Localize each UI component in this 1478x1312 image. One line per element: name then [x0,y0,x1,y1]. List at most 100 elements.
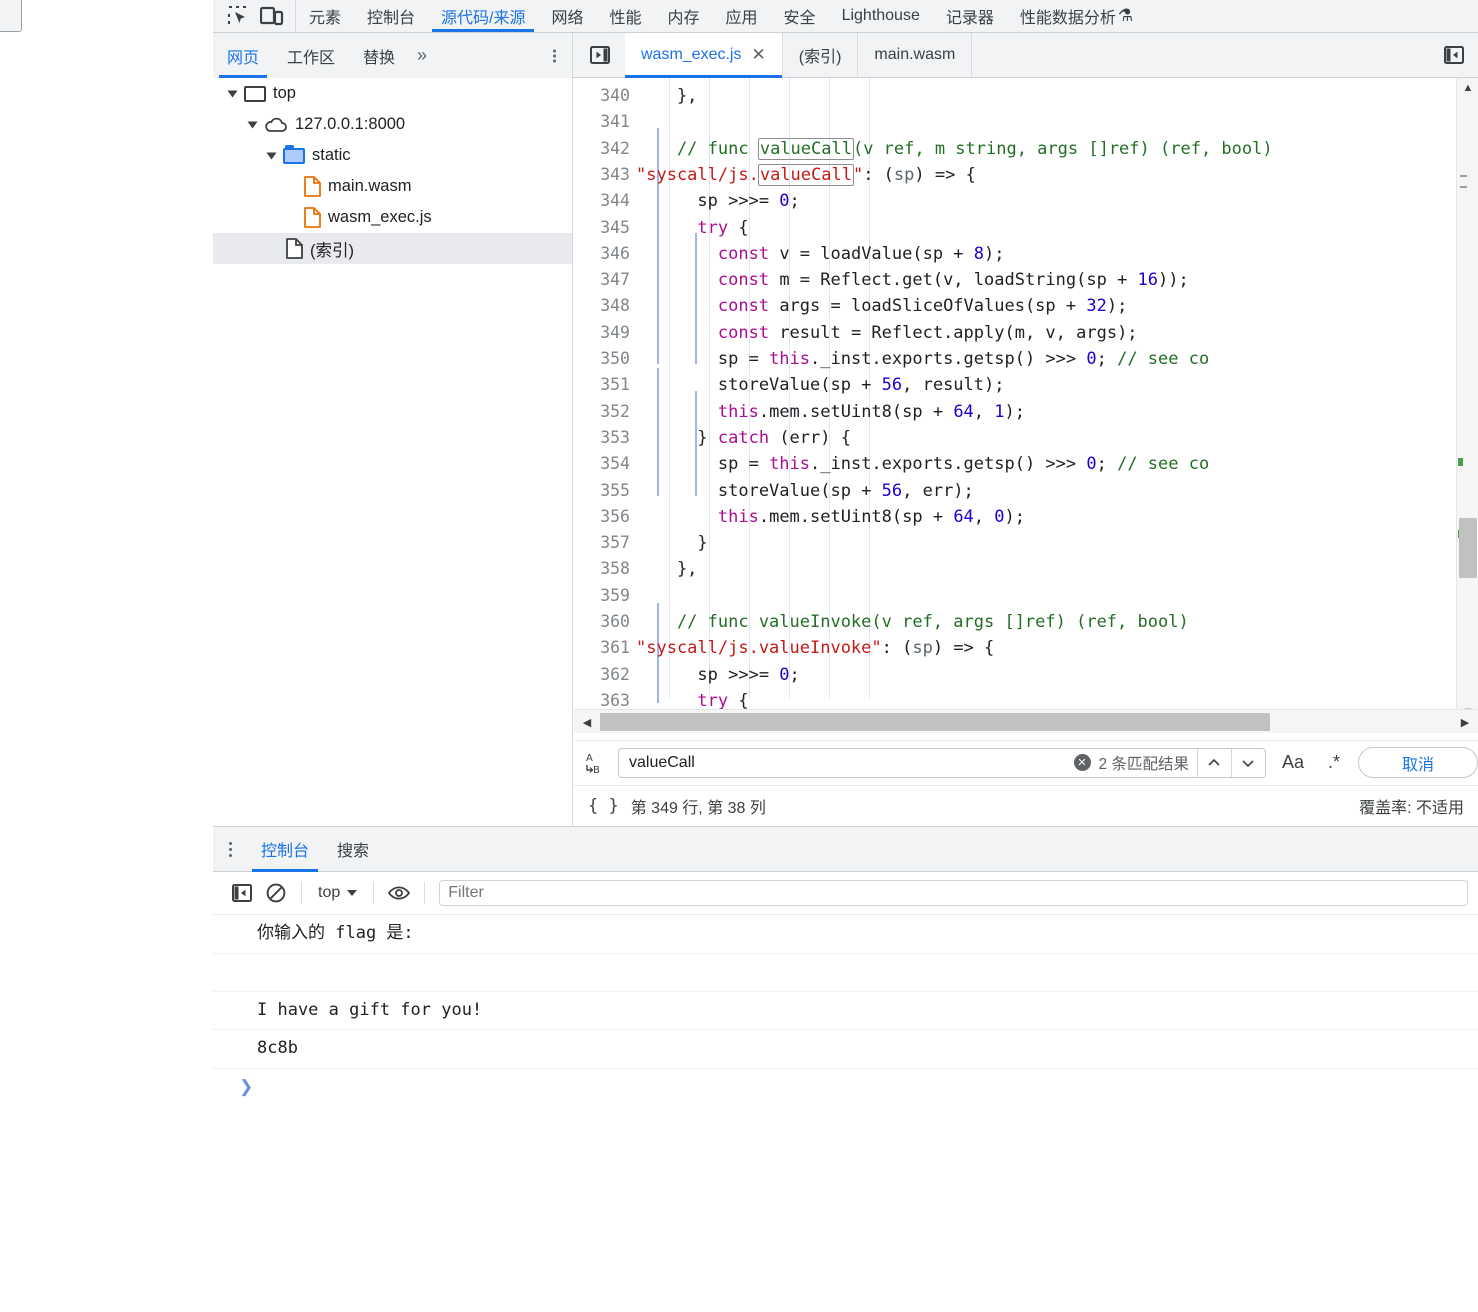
tree-item-wasm-exec-js[interactable]: wasm_exec.js [213,202,572,233]
console-context-selector[interactable]: top [310,884,365,902]
line-number[interactable]: 342 [600,136,630,162]
code-line[interactable]: "syscall/js.valueCall": (sp) => { [636,162,976,188]
scroll-thumb[interactable] [1459,518,1477,578]
navigator-tab-overrides[interactable]: 替换 [349,33,409,78]
tree-item-top[interactable]: top [213,78,572,109]
drawer-tab-console[interactable]: 控制台 [247,827,323,872]
line-number[interactable]: 341 [600,109,630,135]
drawer-more-options-icon[interactable] [213,827,247,872]
scroll-up-arrow-icon[interactable]: ▲ [1457,78,1478,98]
regex-button[interactable]: .* [1316,752,1352,773]
line-number[interactable]: 354 [600,451,630,477]
search-prev-button[interactable] [1198,749,1231,777]
scroll-thumb[interactable] [600,713,1270,731]
main-tab-security[interactable]: 安全 [771,0,829,32]
code-line[interactable]: sp = this._inst.exports.getsp() >>> 0; /… [636,451,1209,477]
editor-horizontal-scrollbar[interactable]: ◀ ▶ [574,709,1478,733]
search-input[interactable] [619,748,1074,777]
code-line[interactable]: const result = Reflect.apply(m, v, args)… [636,320,1138,346]
line-number-gutter[interactable]: 340 341 342 343 344 345 346 347 348 349 350 351 352 3… [574,78,636,726]
line-number[interactable]: 355 [600,478,630,504]
code-line[interactable]: sp = this._inst.exports.getsp() >>> 0; /… [636,346,1209,372]
navigator-more-options-icon[interactable] [548,47,560,64]
line-number[interactable]: 360 [600,609,630,635]
cancel-search-button[interactable]: 取消 [1358,747,1478,778]
line-number[interactable]: 361 [600,635,630,661]
line-number[interactable]: 343 [600,162,630,188]
device-toolbar-icon[interactable] [259,3,285,29]
main-tab-network[interactable]: 网络 [538,0,596,32]
main-tab-performance[interactable]: 性能 [597,0,655,32]
console-filter-wrapper[interactable] [439,880,1468,906]
code-editor[interactable]: 340 341 342 343 344 345 346 347 348 349 350 351 352 3… [574,78,1478,726]
main-tab-lighthouse[interactable]: Lighthouse [829,0,933,32]
search-field-wrapper[interactable]: ✕ 2 条匹配结果 [618,747,1266,778]
chevron-down-icon[interactable] [227,90,238,97]
clear-search-icon[interactable]: ✕ [1073,754,1091,771]
editor-tab-index[interactable]: (索引) [783,32,859,78]
line-number[interactable]: 359 [600,583,630,609]
code-line[interactable]: sp >>>= 0; [636,188,799,214]
console-sidebar-toggle-icon[interactable] [225,878,259,908]
line-number[interactable]: 357 [600,530,630,556]
line-number[interactable]: 352 [600,399,630,425]
line-number[interactable]: 346 [600,241,630,267]
code-line[interactable]: const v = loadValue(sp + 8); [636,241,1005,267]
more-tabs-icon[interactable]: » [409,45,435,66]
console-filter-input[interactable] [440,881,1467,905]
inspect-element-icon[interactable] [225,3,251,29]
code-line[interactable]: // func valueInvoke(v ref, args []ref) (… [636,609,1189,635]
line-number[interactable]: 358 [600,556,630,582]
main-tab-elements[interactable]: 元素 [296,0,354,32]
clear-console-icon[interactable] [259,878,293,908]
code-line[interactable]: } catch (err) { [636,425,851,451]
drawer-tab-search[interactable]: 搜索 [323,827,383,872]
line-number[interactable]: 345 [600,215,630,241]
editor-vertical-scrollbar[interactable]: ▲ ▼ [1456,78,1478,726]
navigator-tab-workspace[interactable]: 工作区 [273,33,349,78]
code-content[interactable]: }, // func valueCall(v ref, m string, ar… [636,78,1478,711]
main-tab-recorder[interactable]: 记录器 [933,0,1007,32]
tree-item-main-wasm[interactable]: main.wasm [213,171,572,202]
line-number[interactable]: 350 [600,346,630,372]
code-line[interactable]: try { [636,215,748,241]
code-line[interactable]: // func valueCall(v ref, m string, args … [636,136,1273,162]
live-expression-icon[interactable] [382,878,416,908]
line-number[interactable]: 340 [600,83,630,109]
search-next-button[interactable] [1232,749,1265,777]
code-line[interactable]: }, [636,556,697,582]
line-number[interactable]: 362 [600,662,630,688]
code-line[interactable]: const args = loadSliceOfValues(sp + 32); [636,293,1127,319]
tree-item-index[interactable]: (索引) [213,233,572,264]
code-line[interactable]: this.mem.setUint8(sp + 64, 0); [636,504,1025,530]
code-line[interactable]: sp >>>= 0; [636,662,799,688]
scroll-left-arrow-icon[interactable]: ◀ [576,710,598,734]
line-number[interactable]: 356 [600,504,630,530]
code-line[interactable]: this.mem.setUint8(sp + 64, 1); [636,399,1025,425]
show-debugger-sidebar-icon[interactable] [1440,42,1468,68]
code-line[interactable]: } [636,530,707,556]
scroll-right-arrow-icon[interactable]: ▶ [1454,710,1476,734]
code-line[interactable]: storeValue(sp + 56, err); [636,478,974,504]
line-number[interactable]: 347 [600,267,630,293]
tree-item-static[interactable]: static [213,140,572,171]
code-line[interactable]: const m = Reflect.get(v, loadString(sp +… [636,267,1189,293]
line-number[interactable]: 351 [600,372,630,398]
main-tab-performance-insights[interactable]: 性能数据分析 ⚗ [1007,0,1146,32]
main-tab-sources[interactable]: 源代码/来源 [428,0,538,32]
line-number[interactable]: 353 [600,425,630,451]
code-line[interactable]: "syscall/js.valueInvoke": (sp) => { [636,635,994,661]
main-tab-application[interactable]: 应用 [713,0,771,32]
code-line[interactable]: storeValue(sp + 56, result); [636,372,1005,398]
close-icon[interactable]: ✕ [751,45,765,65]
line-number[interactable]: 348 [600,293,630,319]
navigator-tab-page[interactable]: 网页 [213,33,273,78]
show-navigator-icon[interactable] [585,42,615,68]
chevron-down-icon[interactable] [247,121,258,128]
code-line[interactable]: }, [636,83,697,109]
main-tab-console[interactable]: 控制台 [354,0,428,32]
editor-tab-wasm-exec-js[interactable]: wasm_exec.js ✕ [625,32,783,78]
pretty-print-icon[interactable]: { } [584,796,631,816]
tree-item-origin[interactable]: 127.0.0.1:8000 [213,109,572,140]
line-number[interactable]: 344 [600,188,630,214]
